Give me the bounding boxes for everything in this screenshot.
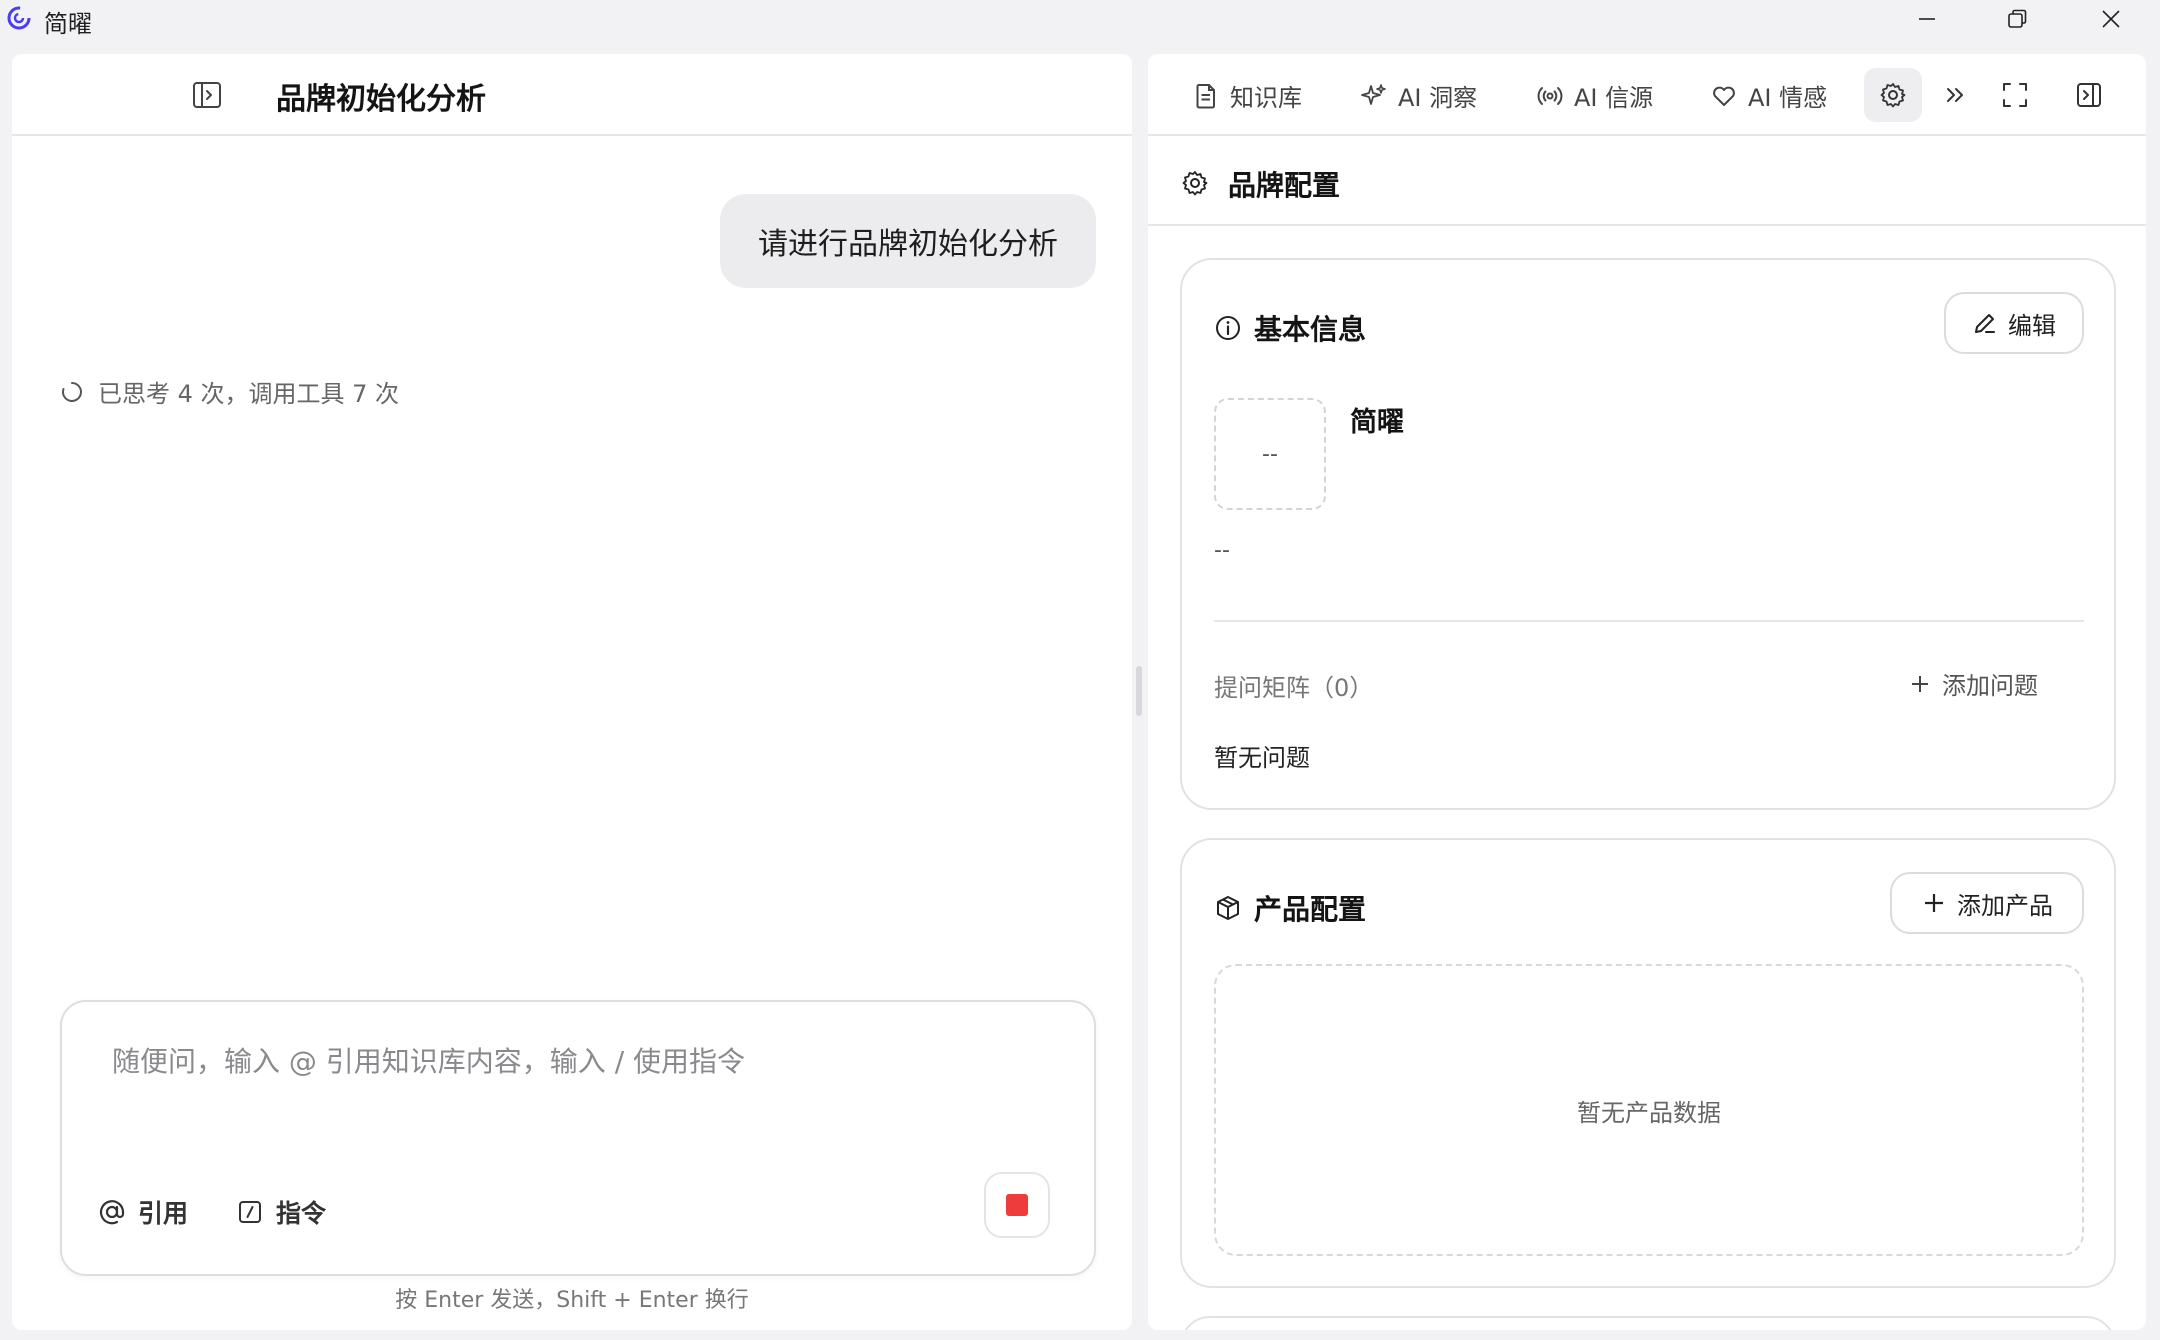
- edit-button[interactable]: 编辑: [1944, 292, 2084, 354]
- basic-info-title: 基本信息: [1214, 308, 1366, 348]
- product-config-card: 产品配置 添加产品 暂无产品数据: [1180, 838, 2116, 1288]
- gear-icon: [1182, 171, 1208, 196]
- cite-label: 引用: [138, 1199, 189, 1228]
- thinking-status[interactable]: 已思考 4 次，调用工具 7 次: [60, 374, 399, 409]
- minimize-button[interactable]: [1882, 0, 1972, 38]
- add-question-label: 添加问题: [1942, 672, 2038, 700]
- fullscreen-icon: [2003, 83, 2027, 107]
- brand-name: 简曜: [1350, 407, 1404, 438]
- plus-icon: [1912, 675, 1928, 692]
- edit-label: 编辑: [2008, 311, 2056, 340]
- stop-generation-button[interactable]: [984, 1172, 1050, 1238]
- input-hint: 按 Enter 发送，Shift + Enter 换行: [395, 1288, 749, 1313]
- chat-input-placeholder[interactable]: 随便问，输入 @ 引用知识库内容，输入 / 使用指令: [112, 1040, 745, 1080]
- at-icon: [99, 1200, 125, 1225]
- question-matrix-label: 提问矩阵（0）: [1214, 674, 1374, 702]
- chat-title: 品牌初始化分析: [276, 82, 486, 117]
- panel-collapse-icon: [2077, 83, 2101, 107]
- box-icon: [1217, 896, 1239, 920]
- chat-input-box[interactable]: 随便问，输入 @ 引用知识库内容，输入 / 使用指令 引用 指令: [60, 1000, 1096, 1276]
- info-icon: [1216, 316, 1240, 340]
- sidebar-toggle-icon[interactable]: [190, 78, 224, 112]
- pencil-icon: [1975, 314, 1995, 333]
- brand-description: --: [1214, 538, 1230, 563]
- divider: [1214, 620, 2084, 622]
- add-product-button[interactable]: 添加产品: [1890, 872, 2084, 934]
- thinking-status-text: 已思考 4 次，调用工具 7 次: [98, 380, 400, 408]
- plus-icon: [1925, 894, 1943, 912]
- basic-info-title-text: 基本信息: [1254, 313, 1367, 346]
- fullscreen-button[interactable]: [1996, 76, 2034, 114]
- product-config-title: 产品配置: [1214, 888, 1366, 928]
- brand-logo-placeholder: --: [1214, 398, 1326, 510]
- minimize-icon: [1919, 18, 1935, 20]
- tab-ai-sentiment[interactable]: AI 情感: [1710, 78, 1827, 113]
- chevrons-right-icon: [1947, 88, 1963, 102]
- brand-panel: 知识库 AI 洞察 AI 信源 AI 情感 品牌配置 基本信息 编辑 -- 简曜…: [1148, 54, 2146, 1330]
- loading-spinner-icon: [62, 381, 82, 402]
- slash-command-icon: [239, 1201, 261, 1223]
- title-bar: 简曜: [0, 0, 2160, 38]
- more-tabs-button[interactable]: [1936, 76, 1974, 114]
- sparkle-icon: [1361, 83, 1386, 105]
- tab-ai-source[interactable]: AI 信源: [1536, 78, 1653, 113]
- empty-questions-text: 暂无问题: [1214, 744, 1310, 772]
- app-logo-icon: [7, 6, 31, 30]
- gear-icon: [1880, 83, 1906, 108]
- command-label: 指令: [276, 1199, 327, 1228]
- cite-button[interactable]: 引用: [98, 1194, 188, 1230]
- document-icon: [1196, 83, 1215, 108]
- add-question-button[interactable]: 添加问题: [1908, 666, 2038, 701]
- command-button[interactable]: 指令: [236, 1194, 326, 1230]
- user-message-bubble: 请进行品牌初始化分析: [720, 194, 1096, 288]
- chat-header: 品牌初始化分析: [12, 54, 1132, 136]
- tab-label: AI 情感: [1748, 84, 1828, 112]
- tab-knowledge-base[interactable]: 知识库: [1192, 78, 1302, 113]
- close-icon: [2102, 10, 2120, 28]
- next-card-partial: [1180, 1316, 2116, 1330]
- app-title: 简曜: [44, 10, 92, 38]
- tab-ai-insight[interactable]: AI 洞察: [1360, 78, 1477, 113]
- collapse-panel-button[interactable]: [2070, 76, 2108, 114]
- basic-info-card: 基本信息 编辑 -- 简曜 -- 提问矩阵（0） 添加问题 暂无问题: [1180, 258, 2116, 810]
- tabs-bar: 知识库 AI 洞察 AI 信源 AI 情感: [1148, 54, 2146, 136]
- panel-resize-handle[interactable]: [1136, 666, 1142, 716]
- product-config-title-text: 产品配置: [1254, 893, 1367, 926]
- brand-config-header: 品牌配置: [1148, 138, 2146, 226]
- maximize-button[interactable]: [1972, 0, 2062, 38]
- chat-panel: 品牌初始化分析 请进行品牌初始化分析 已思考 4 次，调用工具 7 次 随便问，…: [12, 54, 1132, 1330]
- broadcast-icon: [1537, 86, 1563, 105]
- stop-icon: [1006, 1194, 1028, 1216]
- heart-icon: [1713, 86, 1735, 106]
- brand-config-title: 品牌配置: [1228, 169, 1341, 202]
- restore-icon: [2008, 9, 2027, 28]
- add-product-label: 添加产品: [1957, 891, 2053, 920]
- tab-label: AI 信源: [1574, 84, 1654, 112]
- product-empty-state: 暂无产品数据: [1214, 964, 2084, 1256]
- tab-brand-config-icon-wrap[interactable]: [1874, 76, 1912, 114]
- tab-label: AI 洞察: [1398, 84, 1478, 112]
- close-button[interactable]: [2066, 0, 2156, 38]
- tab-label: 知识库: [1230, 84, 1302, 112]
